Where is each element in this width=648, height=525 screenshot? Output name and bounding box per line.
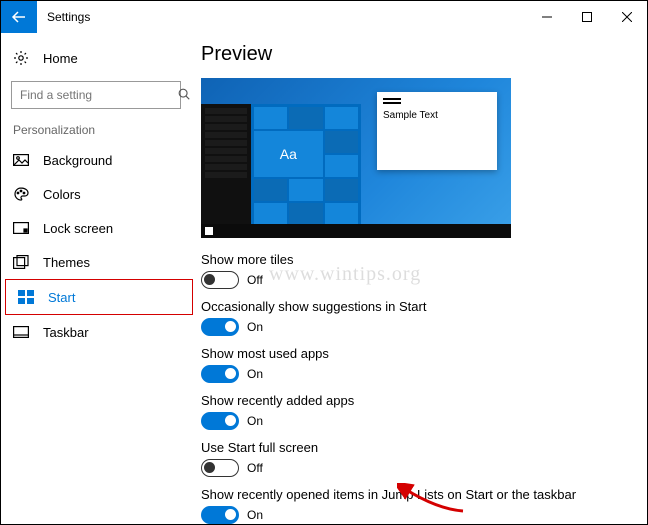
toggle-state-label: On bbox=[247, 320, 263, 334]
themes-icon bbox=[13, 255, 29, 269]
close-button[interactable] bbox=[607, 1, 647, 33]
palette-icon bbox=[13, 186, 29, 202]
toggle-switch[interactable] bbox=[201, 365, 239, 383]
settings-list: Show more tiles Off Occasionally show sugg… bbox=[201, 252, 637, 524]
sidebar-item-start[interactable]: Start bbox=[6, 280, 192, 314]
maximize-icon bbox=[582, 12, 592, 22]
setting-row: Occasionally show suggestions in Start On bbox=[201, 299, 637, 336]
toggle-row: On bbox=[201, 318, 637, 336]
setting-label: Occasionally show suggestions in Start bbox=[201, 299, 637, 314]
setting-label: Show more tiles bbox=[201, 252, 637, 267]
toggle-state-label: On bbox=[247, 508, 263, 522]
lockscreen-icon bbox=[13, 222, 29, 234]
sidebar: Home Personalization Background Colors bbox=[1, 33, 201, 524]
search-input[interactable] bbox=[18, 87, 177, 103]
toggle-knob bbox=[225, 509, 236, 520]
toggle-switch[interactable] bbox=[201, 318, 239, 336]
toggle-knob bbox=[225, 368, 236, 379]
sidebar-item-label: Background bbox=[43, 153, 112, 168]
search-box[interactable] bbox=[11, 81, 181, 109]
sidebar-item-label: Themes bbox=[43, 255, 90, 270]
toggle-state-label: On bbox=[247, 414, 263, 428]
back-button[interactable] bbox=[1, 1, 37, 33]
sidebar-item-label: Taskbar bbox=[43, 325, 89, 340]
preview-sample-window: Sample Text bbox=[377, 92, 497, 170]
setting-label: Show recently opened items in Jump Lists… bbox=[201, 487, 637, 502]
sidebar-item-label: Lock screen bbox=[43, 221, 113, 236]
setting-row: Show recently opened items in Jump Lists… bbox=[201, 487, 637, 524]
toggle-knob bbox=[204, 274, 215, 285]
start-preview: Aa Sample Text bbox=[201, 78, 511, 238]
sidebar-item-colors[interactable]: Colors bbox=[1, 177, 201, 211]
toggle-row: Off bbox=[201, 459, 637, 477]
window-controls bbox=[527, 1, 647, 33]
setting-label: Show recently added apps bbox=[201, 393, 637, 408]
toggle-switch[interactable] bbox=[201, 271, 239, 289]
toggle-state-label: On bbox=[247, 367, 263, 381]
sidebar-item-taskbar[interactable]: Taskbar bbox=[1, 315, 201, 349]
setting-label: Show most used apps bbox=[201, 346, 637, 361]
toggle-state-label: Off bbox=[247, 273, 263, 287]
sidebar-item-themes[interactable]: Themes bbox=[1, 245, 201, 279]
taskbar-icon bbox=[13, 326, 29, 338]
app-title: Settings bbox=[47, 10, 90, 24]
content-pane[interactable]: Preview Aa Sample Text Show mor bbox=[201, 33, 647, 524]
start-icon bbox=[18, 290, 34, 304]
preview-taskbar bbox=[201, 224, 511, 238]
search-icon bbox=[177, 87, 191, 104]
toggle-switch[interactable] bbox=[201, 506, 239, 524]
setting-row: Show more tiles Off bbox=[201, 252, 637, 289]
preview-start-tiles: Aa bbox=[251, 104, 361, 224]
sidebar-item-label: Start bbox=[48, 290, 75, 305]
maximize-button[interactable] bbox=[567, 1, 607, 33]
preview-tile-sample: Aa bbox=[254, 131, 323, 177]
close-icon bbox=[622, 12, 632, 22]
nav-home[interactable]: Home bbox=[1, 41, 201, 75]
preview-start-applist bbox=[201, 104, 251, 224]
titlebar: Settings bbox=[1, 1, 647, 33]
toggle-switch[interactable] bbox=[201, 412, 239, 430]
annotation-highlight-start: Start bbox=[5, 279, 193, 315]
nav-home-label: Home bbox=[43, 51, 78, 66]
setting-row: Use Start full screen Off bbox=[201, 440, 637, 477]
toggle-row: On bbox=[201, 365, 637, 383]
setting-row: Show recently added apps On bbox=[201, 393, 637, 430]
preview-start-menu: Aa bbox=[201, 104, 361, 224]
toggle-row: On bbox=[201, 506, 637, 524]
toggle-row: On bbox=[201, 412, 637, 430]
page-heading: Preview bbox=[201, 43, 637, 66]
minimize-icon bbox=[542, 12, 552, 22]
titlebar-left: Settings bbox=[1, 1, 90, 33]
toggle-knob bbox=[225, 321, 236, 332]
toggle-state-label: Off bbox=[247, 461, 263, 475]
toggle-knob bbox=[204, 462, 215, 473]
setting-row: Show most used apps On bbox=[201, 346, 637, 383]
sidebar-category-label: Personalization bbox=[1, 119, 201, 143]
setting-label: Use Start full screen bbox=[201, 440, 637, 455]
picture-icon bbox=[13, 154, 29, 166]
back-arrow-icon bbox=[11, 9, 27, 25]
preview-window-text: Sample Text bbox=[383, 110, 491, 121]
hamburger-icon bbox=[383, 98, 401, 100]
sidebar-item-background[interactable]: Background bbox=[1, 143, 201, 177]
search-container bbox=[1, 75, 201, 119]
sidebar-item-label: Colors bbox=[43, 187, 81, 202]
minimize-button[interactable] bbox=[527, 1, 567, 33]
toggle-knob bbox=[225, 415, 236, 426]
gear-icon bbox=[13, 50, 29, 66]
toggle-row: Off bbox=[201, 271, 637, 289]
toggle-switch[interactable] bbox=[201, 459, 239, 477]
sidebar-item-lockscreen[interactable]: Lock screen bbox=[1, 211, 201, 245]
